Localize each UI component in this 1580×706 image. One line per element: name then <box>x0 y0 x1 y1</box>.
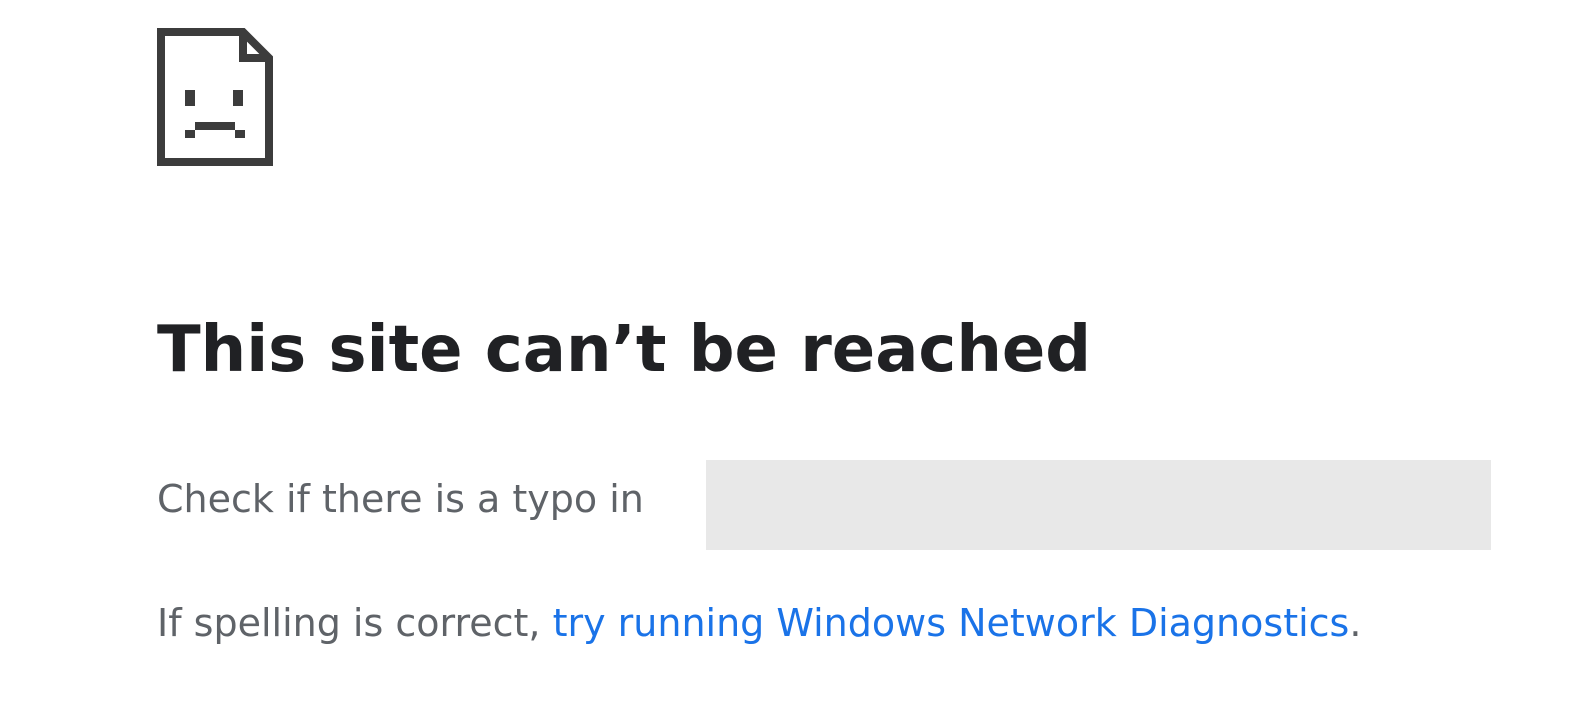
typo-hint-text: Check if there is a typo in <box>157 480 644 518</box>
spelling-hint-text: If spelling is correct, try running Wind… <box>157 604 1361 642</box>
sad-page-icon <box>157 28 273 166</box>
network-diagnostics-link[interactable]: try running Windows Network Diagnostics <box>553 601 1350 645</box>
spelling-hint-suffix: . <box>1349 601 1362 645</box>
page-title: This site can’t be reached <box>157 313 1092 387</box>
redacted-url-box <box>706 460 1491 550</box>
spelling-hint-prefix: If spelling is correct, <box>157 601 553 645</box>
typo-hint-label: Check if there is a typo in <box>157 477 644 521</box>
